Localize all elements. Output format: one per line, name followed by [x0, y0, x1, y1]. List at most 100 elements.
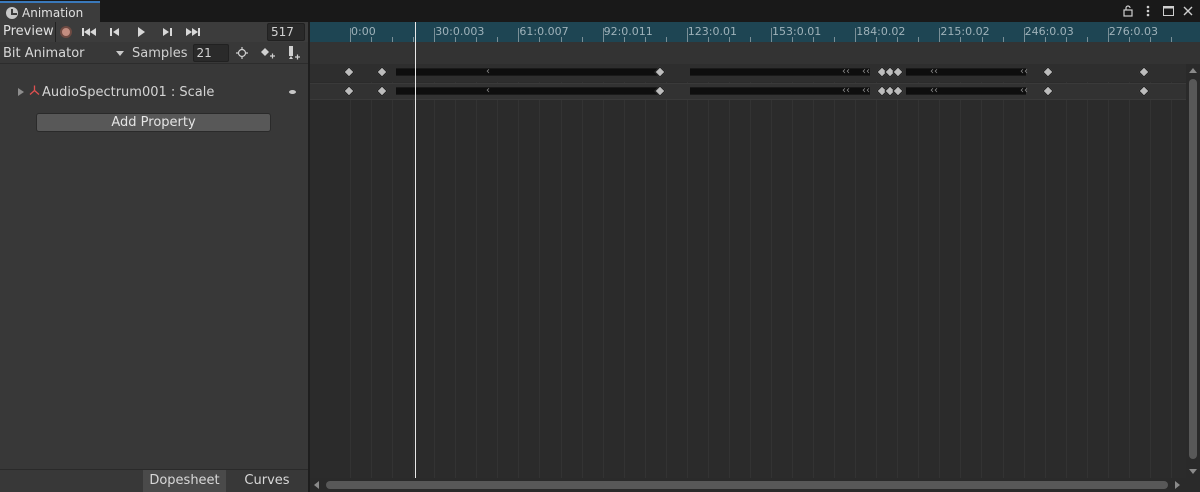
foldout-arrow-icon[interactable]	[18, 88, 24, 96]
event-strip[interactable]	[310, 42, 1200, 64]
grid-line	[687, 64, 688, 478]
grid-line	[1087, 64, 1088, 478]
play-icon	[138, 27, 145, 37]
chevron-down-icon	[116, 50, 124, 56]
grid-line	[666, 64, 667, 478]
preview-toggle[interactable]: Preview	[0, 22, 56, 42]
grid-line	[918, 64, 919, 478]
vertical-scrollbar[interactable]	[1186, 64, 1200, 478]
window-controls	[1120, 3, 1196, 19]
keyframe-chevron-icon: ‹‹	[862, 85, 870, 96]
grid-line	[582, 64, 583, 478]
ruler-tick-major	[434, 28, 436, 42]
ruler-tick-major	[602, 28, 604, 42]
lock-icon[interactable]	[1120, 3, 1136, 19]
maximize-icon[interactable]	[1160, 3, 1176, 19]
samples-label: Samples	[132, 45, 188, 61]
add-keyframe-icon	[260, 48, 275, 59]
horizontal-scrollbar[interactable]	[310, 478, 1200, 492]
add-keyframe-button[interactable]	[255, 43, 281, 63]
keyframe-chevron-icon: ‹‹	[1020, 85, 1028, 96]
playhead[interactable]	[415, 22, 416, 478]
first-keyframe-button[interactable]	[76, 22, 102, 42]
dopesheet-timeline[interactable]: 0:00 30:0.003 61:0.007 92:0.011 123:0.01 153:…	[310, 22, 1200, 492]
grid-line	[434, 64, 435, 478]
close-icon[interactable]	[1180, 3, 1196, 19]
grid-line	[624, 64, 625, 478]
grid-line	[771, 64, 772, 478]
scroll-up-icon[interactable]	[1189, 68, 1197, 73]
prev-keyframe-button[interactable]	[102, 22, 128, 42]
keyframe-chevron-icon: ‹	[486, 66, 490, 77]
grid-line	[729, 64, 730, 478]
tab-title: Animation	[22, 5, 84, 20]
keyframe-chevron-icon: ‹	[486, 85, 490, 96]
keyframe-cluster[interactable]	[906, 87, 1026, 95]
first-keyframe-icon	[82, 28, 96, 36]
add-event-button[interactable]	[281, 43, 307, 63]
keyframe-cluster[interactable]	[396, 87, 660, 95]
grid-line	[960, 64, 961, 478]
grid-line	[792, 64, 793, 478]
time-ruler[interactable]: 0:00 30:0.003 61:0.007 92:0.011 123:0.01 153:…	[310, 22, 1200, 42]
grid-line	[476, 64, 477, 478]
clip-name: Bit Animator	[3, 45, 85, 61]
scroll-left-icon[interactable]	[314, 481, 319, 489]
window-tab-bar: Animation	[0, 0, 1200, 22]
property-label: AudioSpectrum001 : Scale	[42, 84, 215, 100]
play-button[interactable]	[128, 22, 154, 42]
keyframe-chevron-icon: ‹‹	[930, 85, 938, 96]
scroll-down-icon[interactable]	[1189, 469, 1197, 474]
filter-selected-button[interactable]	[229, 43, 255, 63]
grid-line	[1108, 64, 1109, 478]
playback-toolbar: Preview 517	[0, 22, 308, 42]
grid-line	[645, 64, 646, 478]
last-keyframe-icon	[186, 28, 200, 36]
tab-curves[interactable]: Curves	[226, 470, 308, 492]
ruler-tick-major	[1107, 28, 1109, 42]
keyframe-cluster[interactable]	[906, 68, 1026, 76]
more-icon[interactable]	[1140, 3, 1156, 19]
horizontal-scroll-thumb[interactable]	[326, 481, 1168, 489]
last-keyframe-button[interactable]	[180, 22, 206, 42]
grid-line	[497, 64, 498, 478]
add-property-button[interactable]: Add Property	[36, 113, 271, 132]
view-mode-tabs: Dopesheet Curves	[0, 469, 308, 492]
property-row[interactable]: AudioSpectrum001 : Scale	[0, 83, 308, 101]
prev-keyframe-icon	[110, 28, 119, 36]
keyframe-chevron-icon: ‹‹	[842, 85, 850, 96]
tab-dopesheet[interactable]: Dopesheet	[143, 470, 226, 492]
grid-line	[1045, 64, 1046, 478]
clip-selector[interactable]: Bit Animator	[0, 43, 128, 64]
vertical-scroll-thumb[interactable]	[1189, 79, 1197, 459]
record-icon	[60, 26, 72, 38]
record-button[interactable]	[56, 22, 76, 42]
current-frame-field[interactable]: 517	[267, 23, 305, 41]
scroll-right-icon[interactable]	[1175, 481, 1180, 489]
property-options-icon[interactable]	[289, 90, 296, 94]
next-keyframe-button[interactable]	[154, 22, 180, 42]
tab-animation[interactable]: Animation	[0, 1, 100, 22]
grid-line	[939, 64, 940, 478]
samples-field[interactable]: 21	[192, 44, 229, 62]
grid-line	[834, 64, 835, 478]
transform-axes-icon	[29, 85, 40, 99]
clip-toolbar: Bit Animator Samples 21	[0, 43, 308, 64]
grid-line	[350, 64, 351, 478]
grid-line	[813, 64, 814, 478]
grid-line	[1066, 64, 1067, 478]
keyframe-cluster[interactable]	[396, 68, 660, 76]
grid-line	[855, 64, 856, 478]
ruler-tick-major	[518, 28, 520, 42]
hierarchy-panel: Preview 517 Bit Animator Samples 21 Audi…	[0, 22, 308, 492]
grid-line	[561, 64, 562, 478]
grid-line	[750, 64, 751, 478]
grid-line	[1171, 64, 1172, 478]
grid-line	[876, 64, 877, 478]
grid-line	[981, 64, 982, 478]
add-event-icon	[288, 46, 300, 60]
ruler-tick-major	[771, 28, 772, 42]
ruler-tick-major	[350, 28, 351, 42]
grid-line	[603, 64, 604, 478]
grid-line	[708, 64, 709, 478]
